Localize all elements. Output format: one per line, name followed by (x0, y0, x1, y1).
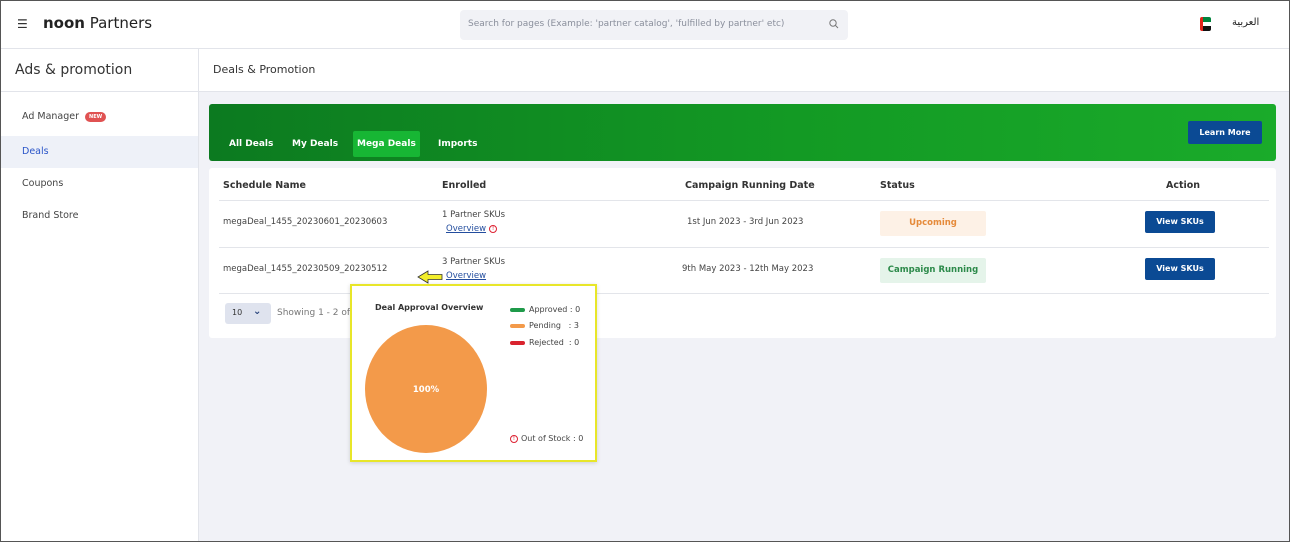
top-bar: ☰ noon Partners Search for pages (Exampl… (1, 1, 1289, 49)
view-skus-button[interactable]: View SKUs (1145, 258, 1215, 280)
sidebar-item-label: Coupons (22, 178, 64, 189)
sidebar: Ads & promotion Ad Manager NEW Deals Coup… (1, 49, 199, 541)
legend-approved: Approved : 0 (510, 305, 580, 314)
hamburger-menu-icon[interactable]: ☰ (17, 17, 28, 31)
sidebar-item-deals[interactable]: Deals (1, 136, 198, 168)
tab-mega-deals[interactable]: Mega Deals (353, 131, 420, 157)
warning-icon: ! (510, 434, 518, 443)
uae-flag-icon[interactable] (1200, 17, 1211, 31)
overview-link[interactable]: Overview (446, 271, 486, 281)
new-badge: NEW (85, 111, 107, 122)
campaign-date-cell: 1st Jun 2023 - 3rd Jun 2023 (687, 217, 804, 227)
sidebar-title: Ads & promotion (15, 62, 133, 78)
info-warning-icon: ! (489, 224, 498, 233)
campaign-date-cell: 9th May 2023 - 12th May 2023 (682, 264, 814, 274)
deal-approval-popup: Deal Approval Overview Approved : 0 Pend… (350, 284, 597, 462)
legend-pending: Pending : 3 (510, 321, 579, 330)
pagination-info: Showing 1 - 2 of (277, 308, 351, 318)
legend-swatch (510, 340, 525, 345)
view-skus-button[interactable]: View SKUs (1145, 211, 1215, 233)
sidebar-item-label: Ad Manager (22, 111, 80, 122)
language-switch[interactable]: العربية (1232, 17, 1259, 28)
table-divider (219, 200, 1269, 201)
sidebar-item-label: Deals (22, 146, 49, 157)
schedule-name-cell: megaDeal_1455_20230601_20230603 (223, 217, 388, 227)
sidebar-item-coupons[interactable]: Coupons (1, 168, 198, 200)
table-divider (219, 247, 1269, 248)
enrolled-count: 1 Partner SKUs (442, 210, 506, 220)
search-input[interactable]: Search for pages (Example: 'partner cata… (460, 10, 848, 40)
sidebar-item-ad-manager[interactable]: Ad Manager NEW (1, 101, 198, 133)
status-badge: Upcoming (880, 211, 986, 236)
column-header-status: Status (880, 180, 915, 191)
sidebar-item-label: Brand Store (22, 210, 79, 221)
column-header-action: Action (1166, 180, 1201, 191)
column-header-enrolled: Enrolled (442, 180, 487, 191)
sidebar-item-brand-store[interactable]: Brand Store (1, 200, 198, 232)
rows-per-page-value: 10 (232, 308, 243, 317)
approval-pie-chart: 100% (365, 325, 487, 453)
schedule-name-cell: megaDeal_1455_20230509_20230512 (223, 264, 388, 274)
legend-rejected: Rejected : 0 (510, 338, 579, 347)
page-title: Deals & Promotion (213, 63, 316, 76)
enrolled-count: 3 Partner SKUs (442, 257, 506, 267)
out-of-stock-info: ! Out of Stock : 0 (510, 434, 583, 443)
search-placeholder: Search for pages (Example: 'partner cata… (468, 19, 785, 29)
tab-imports[interactable]: Imports (434, 131, 481, 157)
sidebar-divider (1, 91, 198, 92)
overview-link[interactable]: Overview (446, 224, 486, 234)
chevron-down-icon: ⌄ (253, 306, 262, 317)
pointer-arrow-icon (417, 270, 443, 284)
rows-per-page-select[interactable]: 10 ⌄ (225, 303, 271, 324)
column-header-campaign-date: Campaign Running Date (685, 180, 815, 191)
search-icon[interactable] (828, 18, 840, 30)
column-header-schedule-name: Schedule Name (223, 180, 306, 191)
tab-my-deals[interactable]: My Deals (288, 131, 342, 157)
tab-all-deals[interactable]: All Deals (225, 131, 277, 157)
popup-title: Deal Approval Overview (375, 303, 484, 312)
pie-percent-label: 100% (413, 385, 440, 395)
learn-more-button[interactable]: Learn More (1188, 121, 1262, 144)
status-badge: Campaign Running (880, 258, 986, 283)
page-header: Deals & Promotion (199, 49, 1289, 92)
brand-logo[interactable]: noon Partners (43, 14, 152, 32)
legend-swatch (510, 323, 525, 328)
legend-swatch (510, 307, 525, 312)
deals-tab-bar: All Deals My Deals Mega Deals Imports Le… (209, 104, 1276, 161)
